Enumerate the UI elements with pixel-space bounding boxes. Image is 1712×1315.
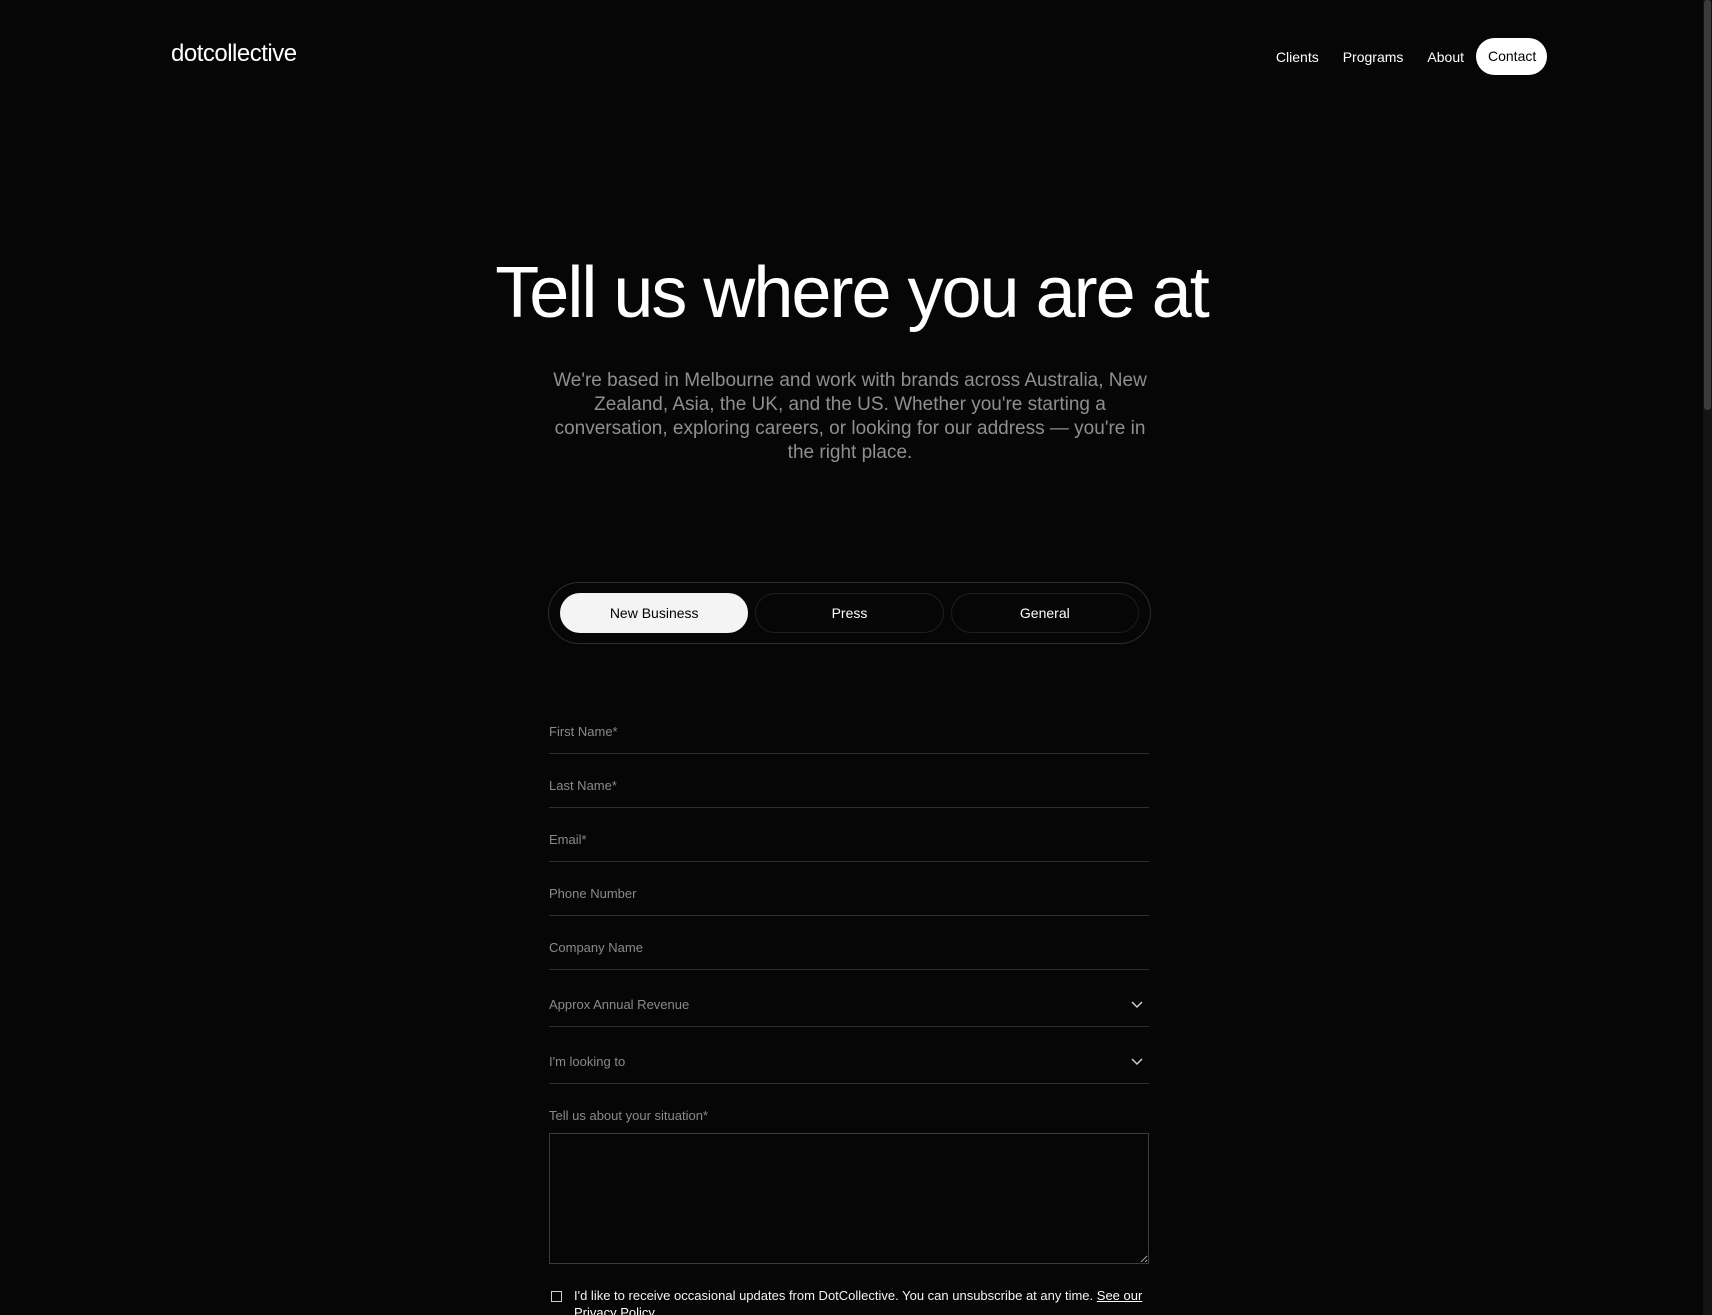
chevron-down-icon [1131, 1001, 1143, 1009]
revenue-select-label: Approx Annual Revenue [549, 997, 690, 1012]
contact-form: Approx Annual Revenue I'm looking to Tel… [549, 700, 1149, 1315]
inquiry-type-tabs: New Business Press General [548, 582, 1151, 644]
phone-field [549, 862, 1149, 916]
main-nav: Clients Programs About Contact [1264, 38, 1547, 75]
page-title: Tell us where you are at [495, 253, 1209, 333]
first-name-input[interactable] [549, 724, 1149, 739]
tab-new-business[interactable]: New Business [560, 593, 749, 633]
revenue-select[interactable]: Approx Annual Revenue [549, 970, 1149, 1027]
phone-input[interactable] [549, 886, 1149, 901]
looking-to-select-label: I'm looking to [549, 1054, 626, 1069]
consent-checkbox[interactable] [551, 1291, 562, 1302]
chevron-down-icon [1131, 1058, 1143, 1066]
situation-textarea[interactable] [549, 1133, 1149, 1264]
email-input[interactable] [549, 832, 1149, 847]
page-subtitle: We're based in Melbourne and work with b… [553, 370, 1147, 463]
last-name-input[interactable] [549, 778, 1149, 793]
page: dotcollective Clients Programs About Con… [0, 0, 1703, 1315]
consent-text: I'd like to receive occasional updates f… [574, 1287, 1144, 1315]
scrollbar[interactable] [1703, 0, 1712, 1315]
first-name-field [549, 700, 1149, 754]
nav-contact-button[interactable]: Contact [1476, 38, 1547, 75]
company-field [549, 916, 1149, 970]
logo[interactable]: dotcollective [171, 40, 297, 68]
tab-general[interactable]: General [950, 593, 1139, 633]
last-name-field [549, 754, 1149, 808]
situation-label: Tell us about your situation* [549, 1108, 708, 1123]
looking-to-select[interactable]: I'm looking to [549, 1027, 1149, 1084]
email-field [549, 808, 1149, 862]
scrollbar-thumb[interactable] [1704, 0, 1711, 410]
nav-about[interactable]: About [1415, 39, 1476, 75]
company-input[interactable] [549, 940, 1149, 955]
consent-message: I'd like to receive occasional updates f… [574, 1288, 1094, 1303]
nav-programs[interactable]: Programs [1331, 39, 1416, 75]
tab-press[interactable]: Press [755, 593, 944, 633]
consent-row: I'd like to receive occasional updates f… [549, 1287, 1149, 1315]
nav-clients[interactable]: Clients [1264, 39, 1331, 75]
